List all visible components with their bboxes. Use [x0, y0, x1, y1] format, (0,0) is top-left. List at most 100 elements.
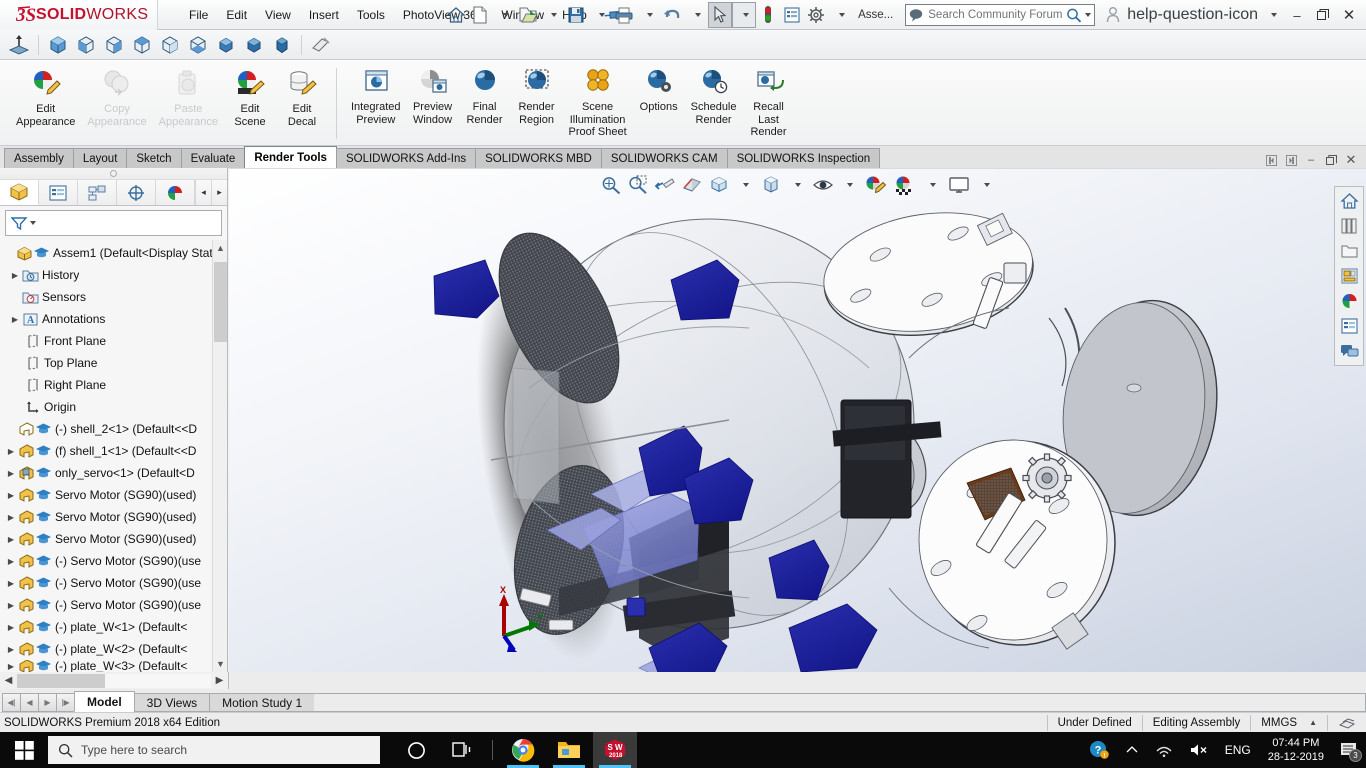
apply-scene-caret[interactable]: [920, 172, 944, 198]
home-icon[interactable]: [444, 2, 468, 28]
expand-arrow[interactable]: ▶: [4, 557, 18, 566]
file-explorer-icon[interactable]: [547, 732, 591, 768]
help-notification-icon[interactable]: ?!: [1082, 732, 1116, 768]
volume-muted-icon[interactable]: [1182, 732, 1216, 768]
show-hidden-icons-icon[interactable]: [1118, 732, 1146, 768]
ribbon-schedule-render[interactable]: Schedule Render: [685, 66, 743, 128]
bottom-view-icon[interactable]: [185, 32, 211, 58]
configuration-manager-tab[interactable]: [78, 180, 117, 205]
ribbon-final-render[interactable]: Final Render: [459, 66, 511, 128]
custom-properties-icon[interactable]: [1336, 314, 1362, 338]
tab-scroll-left[interactable]: ◂: [195, 180, 211, 205]
restore-button[interactable]: [1310, 2, 1336, 28]
feature-tree-hscrollbar[interactable]: ◀ ▶: [0, 672, 229, 689]
tab-solidworks-cam[interactable]: SOLIDWORKS CAM: [600, 148, 728, 168]
next-tab-button[interactable]: ▶: [38, 693, 57, 712]
trimetric-view-icon[interactable]: [213, 32, 239, 58]
print-icon[interactable]: [612, 2, 636, 28]
design-library-icon[interactable]: [1336, 214, 1362, 238]
chrome-icon[interactable]: [501, 732, 545, 768]
view-settings-caret[interactable]: [974, 172, 998, 198]
tree-item-right-plane[interactable]: Right Plane: [0, 374, 227, 396]
tree-item-servo-motor-5[interactable]: ▶ (-) Servo Motor (SG90)(use: [0, 572, 227, 594]
normal-to-icon[interactable]: [6, 32, 32, 58]
action-center-icon[interactable]: 3: [1334, 732, 1364, 768]
scroll-up-arrow[interactable]: ▲: [213, 240, 227, 256]
property-manager-tab[interactable]: [39, 180, 78, 205]
cad-model-viewport[interactable]: [229, 168, 1366, 672]
tree-item-top-plane[interactable]: Top Plane: [0, 352, 227, 374]
document-close-button[interactable]: ✕: [1342, 152, 1360, 168]
expand-arrow[interactable]: ▶: [4, 535, 18, 544]
first-tab-button[interactable]: ◀|: [2, 693, 21, 712]
tree-item-sensors[interactable]: Sensors: [0, 286, 227, 308]
section-view-icon[interactable]: [679, 172, 705, 198]
next-document-button[interactable]: [1282, 152, 1300, 168]
overlay-icon[interactable]: [1327, 714, 1366, 731]
ribbon-options[interactable]: Options: [633, 66, 685, 116]
select-arrow-icon[interactable]: [708, 2, 733, 28]
ribbon-edit-decal[interactable]: Edit Decal: [276, 66, 328, 130]
tree-item-plate-w-3[interactable]: ▶ (-) plate_W<3> (Default<: [0, 660, 227, 672]
view-palette-home-icon[interactable]: [1336, 189, 1362, 213]
expand-arrow[interactable]: ▶: [4, 662, 18, 671]
solidworks-forum-icon[interactable]: [1336, 339, 1362, 363]
file-explorer-icon[interactable]: [1336, 239, 1362, 263]
view-palette-icon[interactable]: [1336, 264, 1362, 288]
tab-sketch[interactable]: Sketch: [126, 148, 182, 168]
ribbon-recall-last-render[interactable]: Recall Last Render: [743, 66, 795, 141]
print-dropdown[interactable]: [636, 2, 660, 28]
appearances-scenes-icon[interactable]: [1336, 289, 1362, 313]
view-settings-icon[interactable]: [945, 172, 973, 198]
menu-insert[interactable]: Insert: [300, 4, 348, 26]
scrollbar-thumb[interactable]: [214, 262, 227, 342]
menu-tools[interactable]: Tools: [348, 4, 394, 26]
display-style-icon[interactable]: [758, 172, 784, 198]
edit-appearance-icon[interactable]: [862, 172, 890, 198]
ribbon-paste-appearance[interactable]: Paste Appearance: [153, 66, 224, 130]
previous-view-icon[interactable]: [652, 172, 678, 198]
ribbon-copy-appearance[interactable]: Copy Appearance: [81, 66, 152, 130]
display-options-icon[interactable]: [780, 2, 804, 28]
tab-scroll-right[interactable]: ▸: [211, 180, 227, 205]
expand-arrow[interactable]: ▶: [4, 645, 18, 654]
prev-tab-button[interactable]: ◀: [20, 693, 39, 712]
units-caret-icon[interactable]: ▲: [1309, 718, 1317, 727]
wifi-icon[interactable]: [1148, 732, 1180, 768]
status-units[interactable]: MMGS ▲: [1250, 714, 1327, 731]
hscroll-track[interactable]: [17, 673, 211, 688]
tree-item-servo-motor-4[interactable]: ▶ (-) Servo Motor (SG90)(use: [0, 550, 227, 572]
view-orientation-caret[interactable]: [733, 172, 757, 198]
tab-solidworks-add-ins[interactable]: SOLIDWORKS Add-Ins: [335, 148, 477, 168]
menu-file[interactable]: File: [180, 4, 217, 26]
ribbon-edit-scene[interactable]: Edit Scene: [224, 66, 276, 130]
zoom-to-area-icon[interactable]: [625, 172, 651, 198]
apply-scene-icon[interactable]: [891, 172, 919, 198]
tab-motion-study-1[interactable]: Motion Study 1: [209, 693, 316, 712]
tree-item-shell-1[interactable]: ▶ (f) shell_1<1> (Default<<D: [0, 440, 227, 462]
feature-tree-tab[interactable]: [0, 180, 39, 205]
rebuild-traffic-light-icon[interactable]: [756, 2, 780, 28]
hscroll-thumb[interactable]: [17, 673, 105, 688]
help-question-icon[interactable]: help-question-icon: [1125, 2, 1260, 28]
taskbar-clock[interactable]: 07:44 PM 28-12-2019: [1260, 732, 1332, 768]
tree-item-servo-motor-2[interactable]: ▶ Servo Motor (SG90)(used): [0, 506, 227, 528]
ribbon-preview-window[interactable]: Preview Window: [407, 66, 459, 128]
tree-item-servo-motor-1[interactable]: ▶ Servo Motor (SG90)(used): [0, 484, 227, 506]
hscroll-left-arrow[interactable]: ◀: [0, 675, 17, 686]
expand-arrow[interactable]: ▶: [4, 623, 18, 632]
dimetric-view-icon[interactable]: [241, 32, 267, 58]
front-view-icon[interactable]: [73, 32, 99, 58]
language-indicator[interactable]: ENG: [1218, 732, 1258, 768]
gear-options-icon[interactable]: [804, 2, 828, 28]
prev-document-button[interactable]: [1262, 152, 1280, 168]
select-dropdown[interactable]: [732, 2, 757, 28]
hide-show-items-icon[interactable]: [810, 172, 836, 198]
expand-arrow[interactable]: ▶: [4, 447, 18, 456]
search-dropdown-caret[interactable]: [1085, 13, 1092, 17]
tree-item-servo-motor-6[interactable]: ▶ (-) Servo Motor (SG90)(use: [0, 594, 227, 616]
document-minimize-button[interactable]: –: [1302, 152, 1320, 168]
open-folder-icon[interactable]: [516, 2, 540, 28]
search-magnifier-icon[interactable]: [1066, 8, 1082, 23]
undo-dropdown[interactable]: [684, 2, 708, 28]
